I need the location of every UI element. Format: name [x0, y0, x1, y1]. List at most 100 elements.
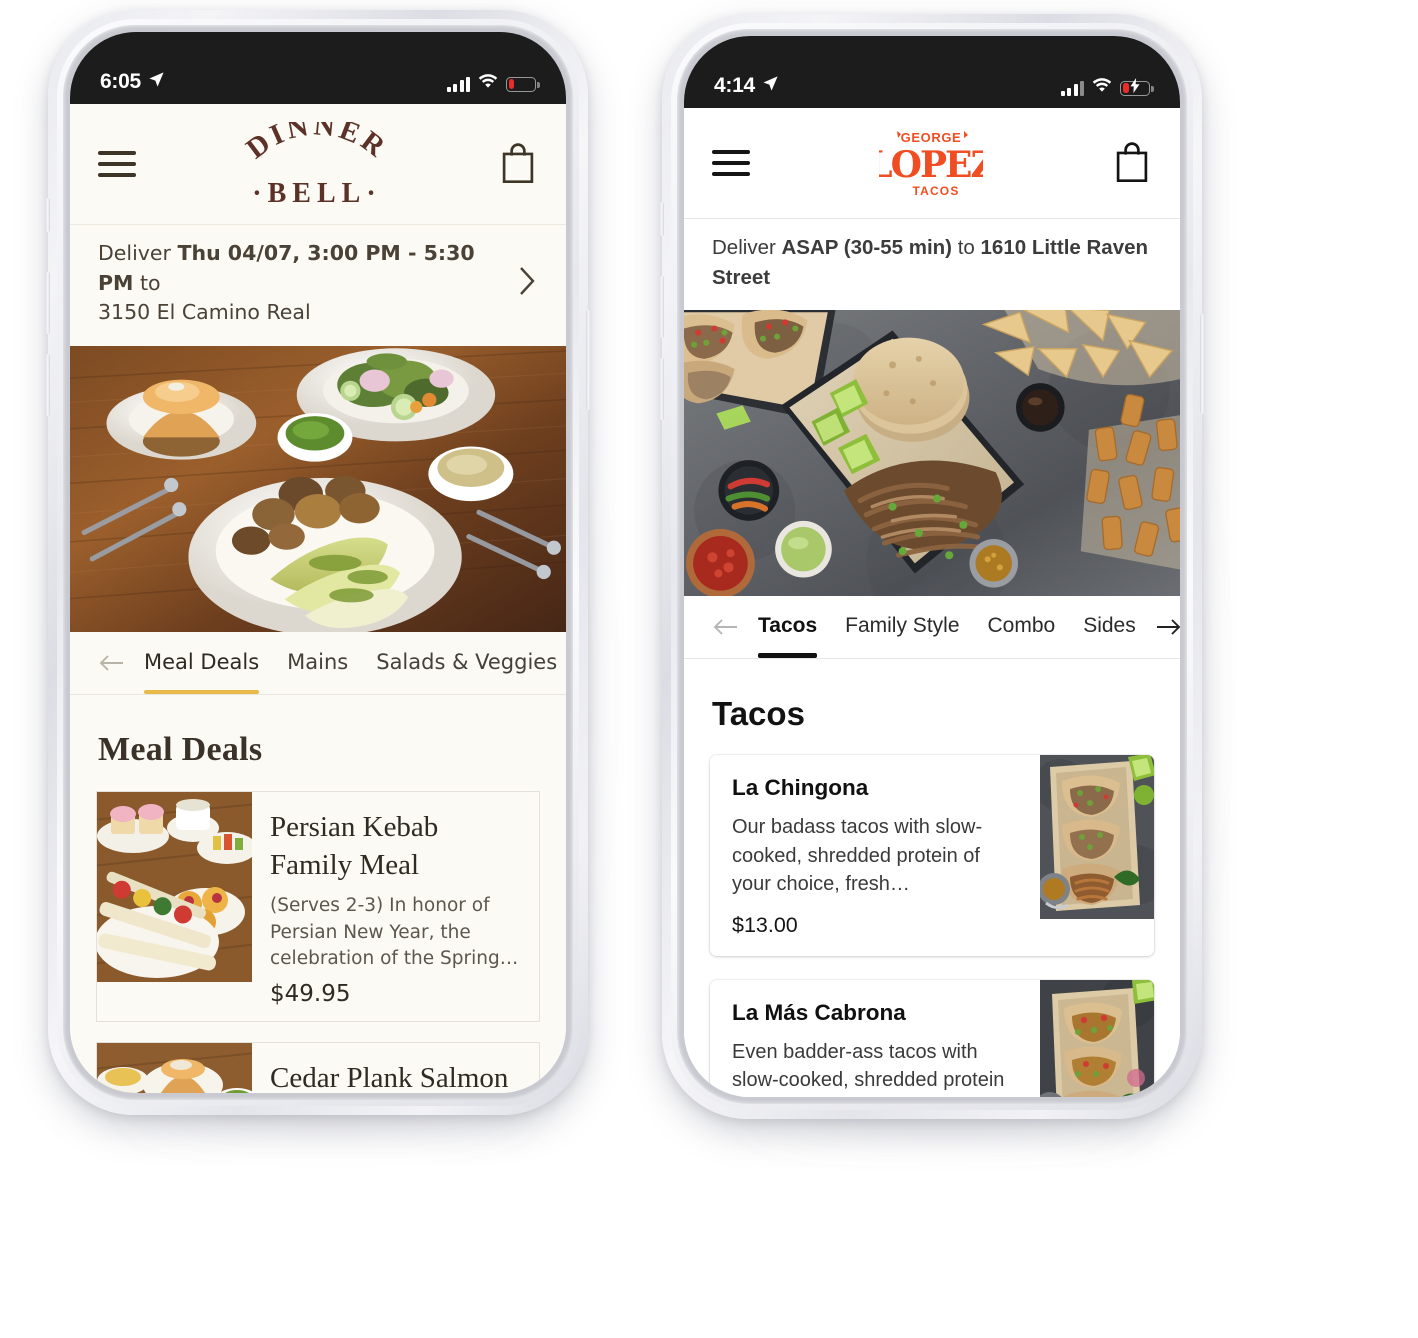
tab-sides[interactable]: Sides: [1069, 596, 1150, 658]
menu-item-details: La Más Cabrona Even badder-ass tacos wit…: [710, 980, 1040, 1097]
dinner-bell-wordmark: DINNER ·BELL·: [240, 122, 393, 206]
deliver-middle: to: [139, 270, 161, 295]
hamburger-menu-icon[interactable]: [98, 151, 136, 177]
menu-item-description: Even badder-ass tacos with slow-cooked, …: [732, 1040, 1005, 1091]
menu-item-image: [97, 1043, 252, 1093]
logo-text-tacos: TACOS: [912, 184, 959, 198]
tab-tacos[interactable]: Tacos: [744, 596, 831, 659]
device-notch: [212, 32, 424, 62]
deliver-address: 3150 El Camino Real: [98, 300, 311, 325]
restaurant-hero-image: [70, 346, 566, 633]
arrow-left-icon[interactable]: [92, 653, 130, 673]
menu-item-name: Persian Kebab Family Meal: [270, 811, 439, 882]
tab-label: Sides: [1083, 614, 1136, 638]
wifi-icon: [1092, 78, 1112, 98]
location-arrow-icon: [148, 70, 165, 94]
menu-item-details: Cedar Plank Salmon Meal (Serves 2-3) Roa…: [252, 1043, 539, 1093]
chevron-right-icon[interactable]: [516, 264, 538, 303]
logo-text-george: GEORGE: [901, 130, 962, 145]
arrow-right-icon[interactable]: [1150, 617, 1180, 637]
delivery-info-bar[interactable]: Deliver Thu 04/07, 3:00 PM - 5:30 PM to …: [70, 225, 566, 347]
tab-family-style[interactable]: Family Style: [831, 596, 973, 658]
phone-silent-switch[interactable]: [46, 198, 50, 232]
status-bar-right: [1060, 78, 1154, 98]
cellular-signal-icon: [446, 76, 470, 92]
menu-item-card[interactable]: La Chingona Our badass tacos with slow-c…: [710, 755, 1154, 956]
hero-illustration-george-lopez: [684, 310, 1180, 597]
tab-label: Salads & Veggies: [376, 650, 558, 675]
phone-power-button[interactable]: [1200, 314, 1204, 414]
menu-category-tabs[interactable]: Meal Deals Mains Salads & Veggies: [70, 632, 566, 695]
menu-item-description: (Serves 2-3) In honor of Persian New Yea…: [270, 894, 519, 970]
phone-mockup-dinner-bell: 6:05 DINNER ·BELL· Deliver Thu 04/07, 3:…: [46, 10, 594, 1125]
george-lopez-tacos-wordmark: GEORGE LOPEZ TACOS: [879, 130, 983, 198]
phone-volume-up-button[interactable]: [46, 272, 50, 334]
status-bar: 4:14: [684, 36, 1180, 108]
screenshot-canvas: 6:05 DINNER ·BELL· Deliver Thu 04/07, 3:…: [0, 0, 1418, 1338]
menu-item-card[interactable]: Persian Kebab Family Meal (Serves 2-3) I…: [96, 791, 540, 1023]
phone-volume-down-button[interactable]: [46, 354, 50, 416]
deliver-prefix: Deliver: [98, 241, 171, 265]
phone-power-button[interactable]: [586, 310, 590, 410]
hero-illustration-dinner-bell: [70, 346, 566, 633]
menu-item-list: Persian Kebab Family Meal (Serves 2-3) I…: [70, 791, 566, 1093]
status-bar: 6:05: [70, 32, 566, 104]
deliver-prefix: Deliver: [712, 236, 776, 259]
app-header-bar: DINNER ·BELL·: [70, 104, 566, 224]
phone-screen-dinner-bell: 6:05 DINNER ·BELL· Deliver Thu 04/07, 3:…: [70, 32, 566, 1093]
shopping-bag-icon[interactable]: [498, 140, 538, 189]
menu-item-card[interactable]: La Más Cabrona Even badder-ass tacos wit…: [710, 979, 1154, 1097]
deliver-middle: to: [957, 236, 975, 259]
phone-volume-up-button[interactable]: [660, 276, 664, 338]
tab-mains[interactable]: Mains: [273, 632, 362, 694]
location-arrow-icon: [762, 74, 779, 98]
delivery-text: Deliver ASAP (30-55 min) to 1610 Little …: [712, 233, 1152, 292]
svg-text:·BELL·: ·BELL·: [252, 178, 381, 206]
menu-item-image: [1040, 979, 1154, 1097]
menu-item-name: La Más Cabrona: [732, 999, 906, 1025]
status-bar-right: [446, 74, 540, 94]
hamburger-menu-icon[interactable]: [712, 150, 750, 176]
delivery-info-bar[interactable]: Deliver ASAP (30-55 min) to 1610 Little …: [684, 219, 1180, 311]
tab-active-indicator: [144, 690, 260, 695]
status-time: 6:05: [100, 70, 141, 93]
menu-item-details: Persian Kebab Family Meal (Serves 2-3) I…: [252, 792, 539, 1021]
menu-item-image: [1040, 755, 1154, 955]
menu-item-price: $49.95: [270, 981, 351, 1008]
phone-mockup-george-lopez: 4:14 GEORGE OPE TACOS Deliver ASAP (30-5…: [660, 14, 1208, 1129]
tab-meal-deals[interactable]: Meal Deals: [130, 632, 273, 695]
menu-item-list: La Chingona Our badass tacos with slow-c…: [684, 755, 1180, 1097]
app-header-bar: GEORGE LOPEZ TACOS: [684, 108, 1180, 218]
tab-combo[interactable]: Combo: [974, 596, 1070, 658]
shopping-bag-icon[interactable]: [1112, 139, 1152, 188]
menu-item-name: La Chingona: [732, 775, 869, 801]
phone-volume-down-button[interactable]: [660, 358, 664, 420]
phone-silent-switch[interactable]: [660, 202, 664, 236]
menu-item-description: Our badass tacos with slow-cooked, shred…: [732, 816, 983, 896]
phone-screen-george-lopez: 4:14 GEORGE OPE TACOS Deliver ASAP (30-5…: [684, 36, 1180, 1097]
arrow-left-icon[interactable]: [706, 617, 744, 637]
tab-label: Meal Deals: [144, 650, 260, 675]
menu-item-details: La Chingona Our badass tacos with slow-c…: [710, 755, 1040, 955]
cellular-signal-icon: [1060, 80, 1084, 96]
logo-text-lopez: LOPEZ: [879, 144, 983, 186]
battery-charging-icon: [1120, 78, 1154, 96]
menu-item-card[interactable]: Cedar Plank Salmon Meal (Serves 2-3) Roa…: [96, 1042, 540, 1093]
section-heading: Meal Deals: [98, 731, 263, 769]
delivery-text: Deliver Thu 04/07, 3:00 PM - 5:30 PM to …: [98, 239, 506, 328]
wifi-icon: [478, 74, 498, 94]
menu-category-tabs[interactable]: Tacos Family Style Combo Sides: [684, 596, 1180, 659]
svg-text:DINNER: DINNER: [240, 122, 393, 165]
tab-salads-veggies[interactable]: Salads & Veggies: [362, 632, 566, 694]
menu-item-image: [97, 792, 252, 983]
restaurant-hero-image: [684, 310, 1180, 597]
menu-item-name: Cedar Plank Salmon Meal: [270, 1062, 509, 1093]
deliver-slot: ASAP (30-55 min): [781, 236, 953, 259]
status-bar-left: 6:05: [100, 70, 165, 94]
brand-logo-dinner-bell[interactable]: DINNER ·BELL·: [136, 122, 498, 206]
brand-logo-george-lopez[interactable]: GEORGE LOPEZ TACOS: [750, 126, 1112, 200]
device-notch: [826, 36, 1038, 66]
section-heading: Tacos: [712, 695, 805, 733]
status-bar-left: 4:14: [714, 74, 779, 98]
tab-label: Combo: [987, 614, 1056, 638]
